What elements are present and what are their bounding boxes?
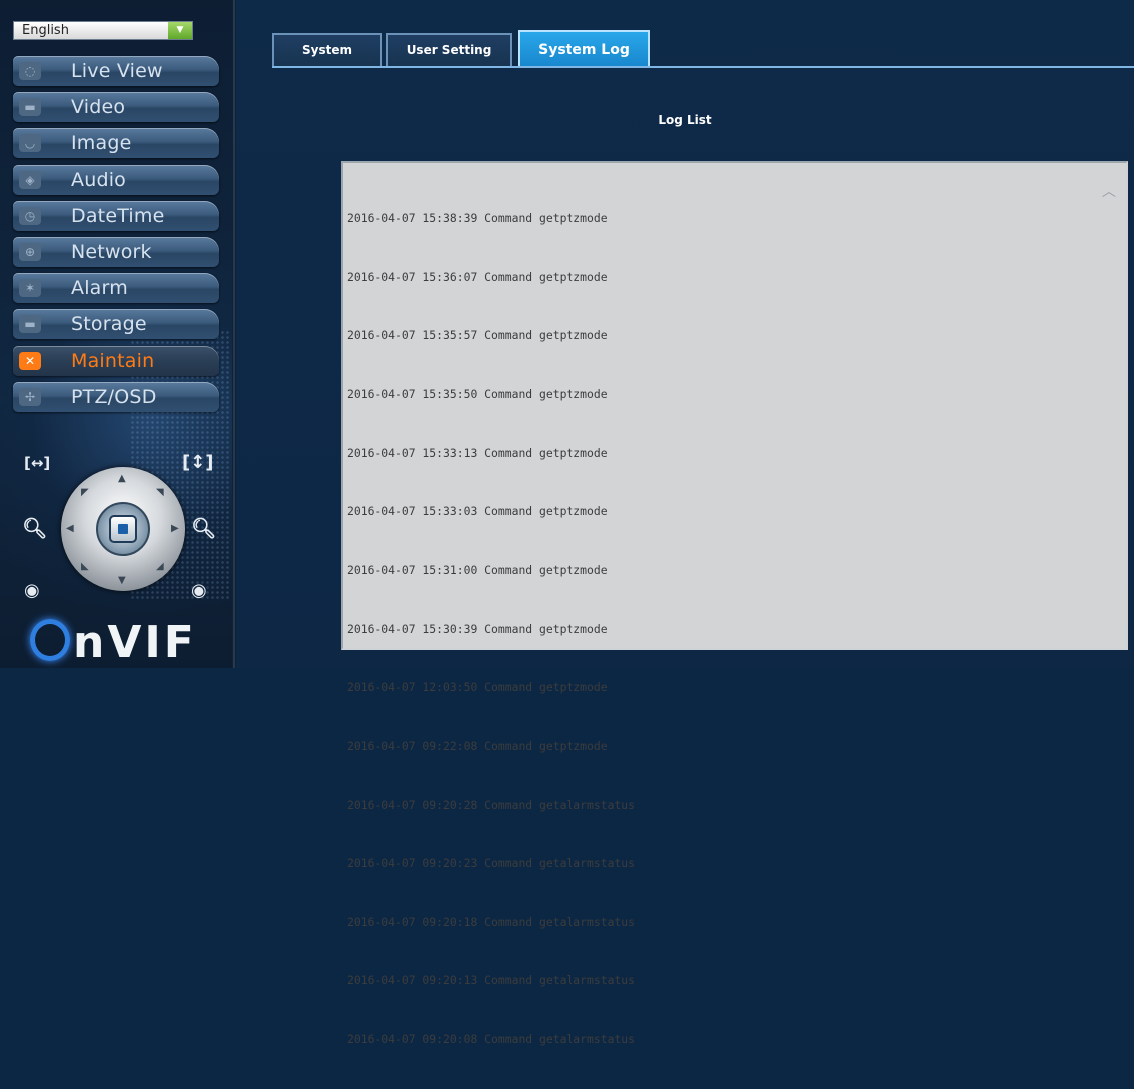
- log-entry: 2016-04-07 12:03:50 Command getptzmode: [347, 680, 608, 695]
- sidebar-item-alarm[interactable]: ✶ Alarm: [13, 273, 219, 303]
- log-entry: 2016-04-07 09:20:13 Command getalarmstat…: [347, 973, 636, 988]
- main-content: System User Setting System Log Log List …: [236, 0, 1134, 1046]
- language-select-value: English: [22, 23, 69, 38]
- sidebar-item-ptz-osd[interactable]: ✢ PTZ/OSD: [13, 382, 219, 412]
- sidebar-item-label: Alarm: [71, 277, 128, 299]
- pan-up-left-arrow-icon[interactable]: ◤: [81, 487, 89, 498]
- log-entry: 2016-04-07 15:33:03 Command getptzmode: [347, 504, 608, 519]
- pan-right-arrow-icon[interactable]: ▶: [171, 523, 179, 534]
- wrench-icon: ✕: [19, 352, 41, 370]
- pan-down-right-arrow-icon[interactable]: ◢: [156, 561, 164, 572]
- sidebar-item-video[interactable]: ▬ Video: [13, 92, 219, 122]
- clock-icon: ◷: [19, 207, 41, 225]
- tab-system[interactable]: System: [272, 33, 382, 67]
- tab-user-setting[interactable]: User Setting: [386, 33, 512, 67]
- tab-label: System Log: [538, 42, 630, 58]
- log-list-textarea[interactable]: 2016-04-07 15:38:39 Command getptzmode 2…: [341, 161, 1128, 1046]
- iris-close-icon[interactable]: ◉: [24, 580, 40, 601]
- log-entry: 2016-04-07 15:38:39 Command getptzmode: [347, 211, 608, 226]
- sidebar-item-label: Audio: [71, 169, 127, 191]
- ptz-stop-button[interactable]: [109, 515, 137, 543]
- ptz-inner-ring: [96, 502, 150, 556]
- speaker-icon: ◈: [19, 171, 41, 189]
- log-entry: 2016-04-07 15:35:50 Command getptzmode: [347, 387, 608, 402]
- sidebar-item-label: DateTime: [71, 205, 165, 227]
- sidebar-item-label: PTZ/OSD: [71, 386, 157, 408]
- sidebar: English ▼ ◌ Live View ▬ Video ◡ Image ◈ …: [0, 0, 232, 668]
- iris-open-icon[interactable]: ◉: [191, 580, 207, 601]
- tab-label: System: [302, 43, 352, 57]
- pan-up-arrow-icon[interactable]: ▲: [118, 473, 126, 484]
- tab-system-log[interactable]: System Log: [518, 30, 650, 68]
- speech-bubble-icon: ◌: [19, 62, 41, 80]
- language-select[interactable]: English ▼: [13, 21, 193, 40]
- pan-down-arrow-icon[interactable]: ▼: [118, 575, 126, 586]
- sidebar-item-label: Storage: [71, 313, 147, 335]
- onvif-logo-o-icon: [30, 619, 70, 661]
- log-entry: 2016-04-07 09:20:08 Command getalarmstat…: [347, 1032, 636, 1047]
- log-entry: 2016-04-07 15:36:07 Command getptzmode: [347, 269, 608, 284]
- camera-icon: ▬: [19, 98, 41, 116]
- zoom-vertical-icon[interactable]: [↕]: [182, 452, 214, 473]
- log-entry: 2016-04-07 09:22:08 Command getptzmode: [347, 738, 608, 753]
- sidebar-item-label: Video: [71, 96, 126, 118]
- storage-icon: ▬: [19, 315, 41, 333]
- alarm-icon: ✶: [19, 279, 41, 297]
- sidebar-item-storage[interactable]: ▬ Storage: [13, 309, 219, 339]
- scroll-up-chevron-icon[interactable]: ︿: [1102, 181, 1116, 201]
- sidebar-item-datetime[interactable]: ◷ DateTime: [13, 201, 219, 231]
- ptz-icon: ✢: [19, 388, 41, 406]
- pan-down-left-arrow-icon[interactable]: ◣: [81, 561, 89, 572]
- dropdown-arrow-icon[interactable]: ▼: [168, 22, 192, 39]
- pan-left-arrow-icon[interactable]: ◀: [66, 523, 74, 534]
- log-list-title: Log List: [658, 113, 712, 127]
- sidebar-item-image[interactable]: ◡ Image: [13, 128, 219, 158]
- sidebar-item-network[interactable]: ⊕ Network: [13, 237, 219, 267]
- zoom-fit-icon[interactable]: [↔]: [24, 454, 50, 472]
- zoom-out-icon[interactable]: 🔍︎: [22, 516, 47, 540]
- tab-label: User Setting: [406, 43, 492, 57]
- ptz-direction-pad[interactable]: ▲ ▼ ◀ ▶ ◤ ◥ ◣ ◢: [61, 467, 185, 591]
- log-entry: 2016-04-07 09:20:23 Command getalarmstat…: [347, 856, 636, 871]
- log-entry: 2016-04-07 09:20:18 Command getalarmstat…: [347, 914, 636, 929]
- sidebar-item-label: Live View: [71, 60, 163, 82]
- log-entry: 2016-04-07 15:30:39 Command getptzmode: [347, 621, 608, 636]
- sidebar-item-maintain[interactable]: ✕ Maintain: [13, 346, 219, 376]
- sidebar-item-label: Maintain: [71, 350, 155, 372]
- log-entry: 2016-04-07 15:31:00 Command getptzmode: [347, 562, 608, 577]
- network-icon: ⊕: [19, 243, 41, 261]
- power-icon: ◡: [19, 134, 41, 152]
- onvif-logo-text: nVIF: [73, 617, 197, 668]
- log-entry: 2016-04-07 15:35:57 Command getptzmode: [347, 328, 608, 343]
- sidebar-item-label: Network: [71, 241, 152, 263]
- zoom-in-icon[interactable]: 🔍︎: [191, 516, 216, 540]
- sidebar-item-audio[interactable]: ◈ Audio: [13, 165, 219, 195]
- onvif-logo: nVIF: [30, 618, 220, 668]
- log-entry: 2016-04-07 09:20:28 Command getalarmstat…: [347, 797, 636, 812]
- tab-underline: [272, 66, 1134, 68]
- sidebar-item-label: Image: [71, 132, 132, 154]
- sidebar-item-live-view[interactable]: ◌ Live View: [13, 56, 219, 86]
- log-lines: 2016-04-07 15:38:39 Command getptzmode 2…: [347, 170, 635, 1089]
- log-entry: 2016-04-07 15:33:13 Command getptzmode: [347, 445, 608, 460]
- pan-up-right-arrow-icon[interactable]: ◥: [156, 487, 164, 498]
